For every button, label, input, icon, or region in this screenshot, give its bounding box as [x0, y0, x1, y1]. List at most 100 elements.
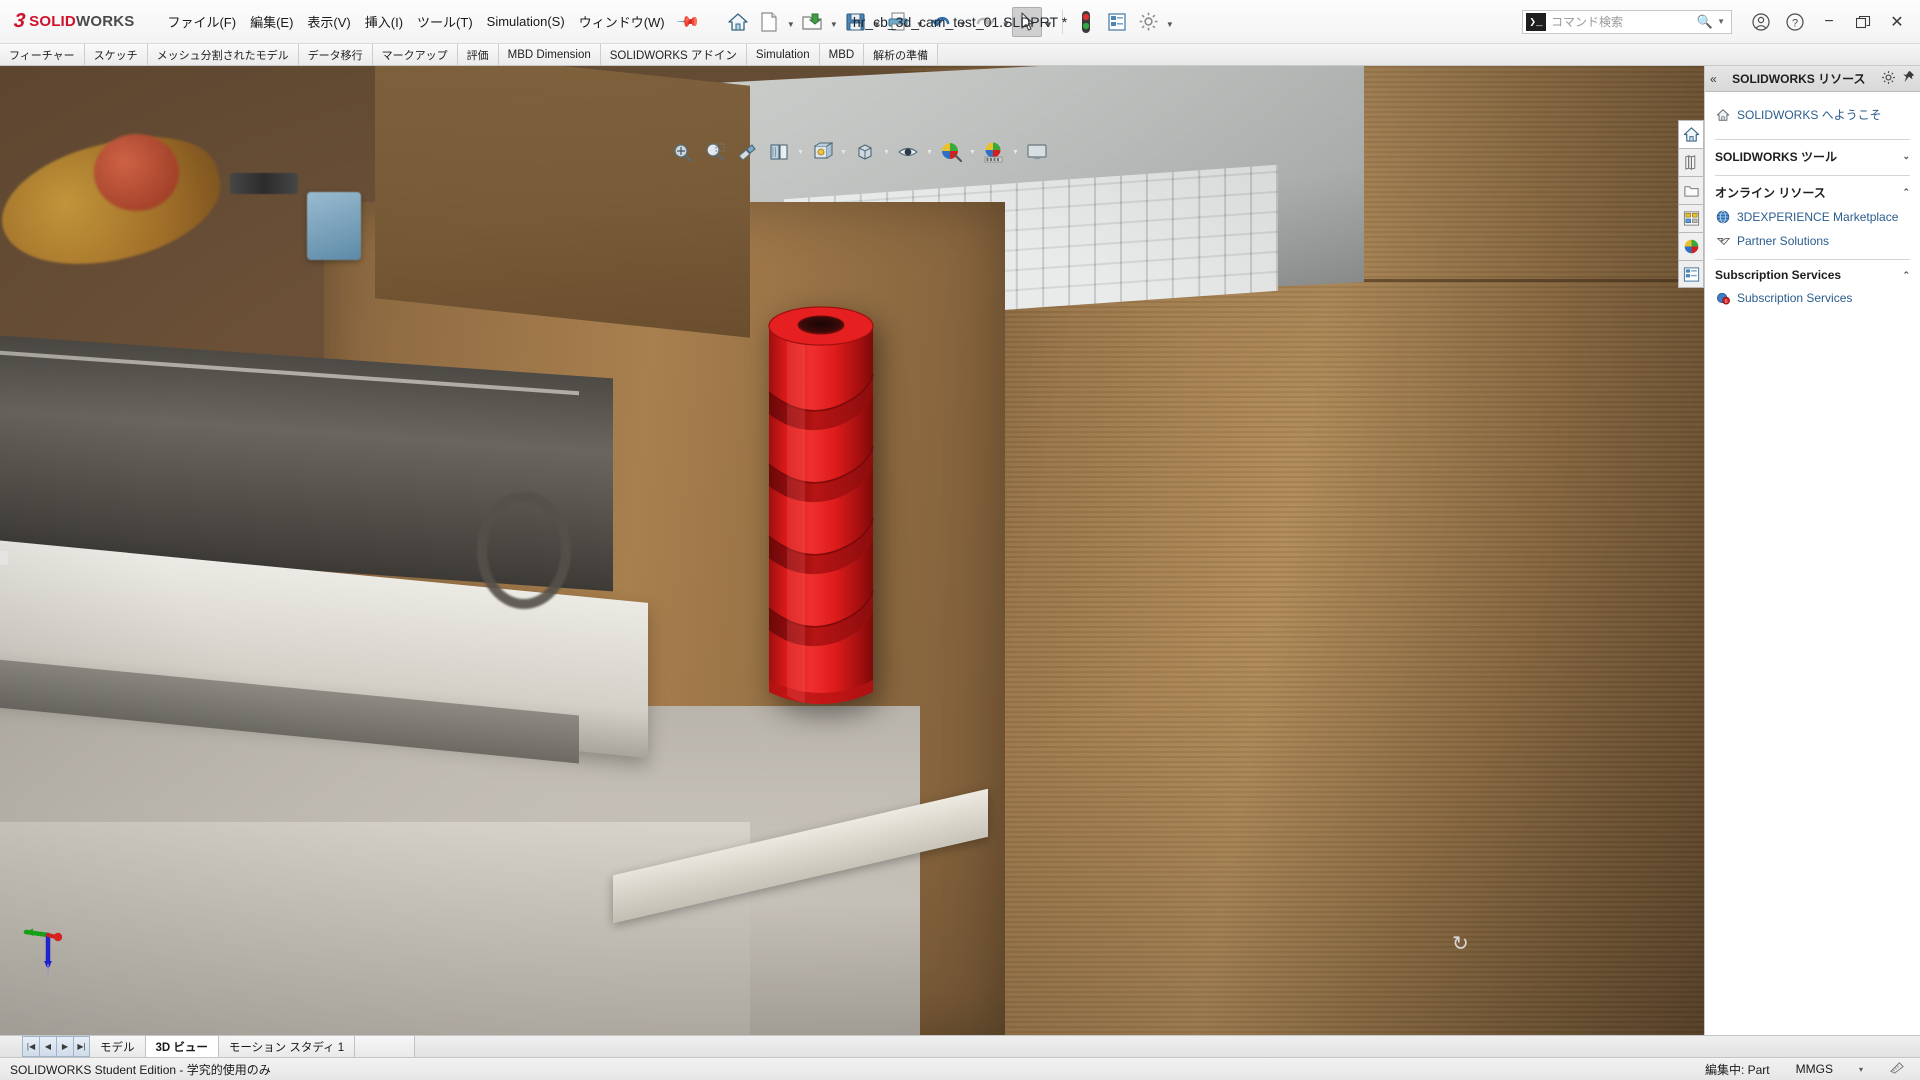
rail-appearances-scenes-icon[interactable]	[1678, 232, 1704, 260]
rail-file-explorer-icon[interactable]	[1678, 176, 1704, 204]
section-online-resources[interactable]: オンライン リソース ⌃	[1715, 175, 1910, 205]
open-folder-caret[interactable]: ▼	[828, 7, 839, 37]
menu-tools[interactable]: ツール(T)	[410, 8, 480, 35]
section-view-icon[interactable]	[764, 138, 794, 166]
link-3dexperience-marketplace[interactable]: 3DEXPERIENCE Marketplace	[1705, 205, 1920, 229]
edit-appearance-caret[interactable]: ▼	[968, 149, 977, 156]
chevron-down-icon[interactable]: ⌄	[1902, 151, 1910, 162]
link-subscription-services[interactable]: S Subscription Services	[1705, 286, 1920, 310]
select-cursor-icon[interactable]	[1012, 6, 1043, 37]
new-document-icon[interactable]	[754, 7, 784, 37]
redo-caret[interactable]: ▼	[1000, 7, 1011, 37]
new-document-caret[interactable]: ▼	[785, 7, 796, 37]
rail-design-library-icon[interactable]	[1678, 148, 1704, 176]
tab-nav-buttons: |◀ ◀ ▶ ▶|	[22, 1036, 90, 1057]
gear-settings-caret[interactable]: ▼	[1164, 7, 1175, 37]
menu-view[interactable]: 表示(V)	[300, 8, 357, 35]
section-view-caret[interactable]: ▼	[796, 149, 805, 156]
select-caret[interactable]: ▼	[1043, 7, 1054, 37]
status-units[interactable]: MMGS	[1796, 1062, 1833, 1076]
tab-simulation[interactable]: Simulation	[746, 44, 820, 65]
section-solidworks-tools[interactable]: SOLIDWORKS ツール ⌄	[1715, 139, 1910, 169]
gear-icon[interactable]	[1881, 70, 1896, 88]
red-helical-cam-part[interactable]	[757, 300, 885, 720]
tab-nav-next[interactable]: ▶	[56, 1036, 73, 1057]
zoom-to-fit-icon[interactable]	[668, 138, 698, 166]
pin-icon[interactable]	[1901, 70, 1915, 87]
hide-show-items-icon[interactable]	[893, 138, 923, 166]
account-icon[interactable]	[1744, 6, 1778, 38]
view-orientation-icon[interactable]	[807, 138, 837, 166]
solidworks-window: 3 SOLIDWORKS ファイル(F) 編集(E) 表示(V) 挿入(I) ツ…	[0, 0, 1920, 1080]
tab-nav-prev[interactable]: ◀	[39, 1036, 56, 1057]
tab-mbd[interactable]: MBD	[819, 44, 865, 65]
apply-scene-caret[interactable]: ▼	[1011, 149, 1020, 156]
menu-simulation[interactable]: Simulation(S)	[480, 10, 572, 33]
menu-insert[interactable]: 挿入(I)	[358, 8, 410, 35]
close-button[interactable]: ✕	[1880, 6, 1914, 38]
tab-data-migration[interactable]: データ移行	[298, 44, 373, 65]
open-folder-icon[interactable]	[797, 7, 827, 37]
search-dropdown-caret[interactable]: ▼	[1717, 17, 1731, 26]
save-caret[interactable]: ▼	[871, 7, 882, 37]
task-pane-title: SOLIDWORKS リソース	[1732, 72, 1866, 86]
display-style-icon[interactable]	[850, 138, 880, 166]
menu-file[interactable]: ファイル(F)	[160, 8, 243, 35]
tab-features[interactable]: フィーチャー	[0, 44, 85, 65]
view-orientation-caret[interactable]: ▼	[839, 149, 848, 156]
tab-markup[interactable]: マークアップ	[372, 44, 458, 65]
pin-icon[interactable]: 📌	[675, 9, 701, 34]
traffic-light-icon[interactable]	[1071, 7, 1101, 37]
restore-button[interactable]	[1846, 6, 1880, 38]
menu-window[interactable]: ウィンドウ(W)	[572, 8, 672, 35]
zoom-to-area-icon[interactable]	[700, 138, 730, 166]
tab-sketch[interactable]: スケッチ	[84, 44, 148, 65]
view-settings-icon[interactable]	[1022, 138, 1052, 166]
tab-nav-first[interactable]: |◀	[22, 1036, 39, 1057]
minimize-button[interactable]: −	[1812, 6, 1846, 38]
doc-tab-3d-views[interactable]: 3D ビュー	[145, 1036, 219, 1057]
tab-nav-last[interactable]: ▶|	[73, 1036, 90, 1057]
doc-tab-model[interactable]: モデル	[90, 1036, 146, 1057]
undo-icon[interactable]	[926, 7, 956, 37]
previous-view-icon[interactable]	[732, 138, 762, 166]
gear-settings-icon[interactable]	[1133, 7, 1163, 37]
section-subscription-services[interactable]: Subscription Services ⌃	[1715, 259, 1910, 286]
edit-appearance-icon[interactable]	[936, 138, 966, 166]
collapse-task-pane-icon[interactable]: «	[1710, 72, 1717, 86]
chevron-up-icon[interactable]: ⌃	[1902, 187, 1910, 198]
display-style-caret[interactable]: ▼	[882, 149, 891, 156]
tab-analysis-preparation[interactable]: 解析の準備	[864, 44, 939, 65]
doc-tab-motion-study[interactable]: モーション スタディ 1	[218, 1036, 356, 1057]
redo-icon[interactable]	[969, 7, 999, 37]
rail-view-palette-icon[interactable]	[1678, 204, 1704, 232]
print-caret[interactable]: ▼	[914, 7, 925, 37]
options-list-icon[interactable]	[1102, 7, 1132, 37]
section-subscription-services-label: Subscription Services	[1715, 268, 1842, 282]
chevron-up-icon-2[interactable]: ⌃	[1902, 270, 1910, 281]
tab-solidworks-addins[interactable]: SOLIDWORKS アドイン	[600, 44, 747, 65]
tab-mesh-model[interactable]: メッシュ分割されたモデル	[147, 44, 299, 65]
save-icon[interactable]	[840, 7, 870, 37]
home-icon[interactable]	[723, 7, 753, 37]
search-icon[interactable]: 🔍	[1697, 14, 1717, 30]
link-partner-solutions[interactable]: Partner Solutions	[1705, 229, 1920, 253]
viewport-left-handle[interactable]	[0, 550, 8, 565]
command-search[interactable]: ❯_ コマンド検索 🔍 ▼	[1522, 9, 1732, 34]
tab-mbd-dimension[interactable]: MBD Dimension	[498, 44, 601, 65]
link-subscription-services-label: Subscription Services	[1737, 291, 1853, 305]
tab-evaluate[interactable]: 評価	[457, 44, 499, 65]
help-icon[interactable]: ?	[1778, 6, 1812, 38]
hide-show-caret[interactable]: ▼	[925, 149, 934, 156]
units-settings-icon[interactable]	[1889, 1060, 1906, 1078]
graphics-viewport[interactable]: ▼ ▼ ▼ ▼ ▼ ▼ ↻	[0, 66, 1704, 1035]
undo-caret[interactable]: ▼	[957, 7, 968, 37]
rail-custom-properties-icon[interactable]	[1678, 260, 1704, 288]
print-icon[interactable]	[883, 7, 913, 37]
status-units-caret[interactable]: ▾	[1859, 1065, 1863, 1074]
home-icon	[1715, 107, 1731, 123]
rail-home-icon[interactable]	[1678, 120, 1704, 148]
apply-scene-icon[interactable]	[979, 138, 1009, 166]
welcome-link[interactable]: SOLIDWORKS へようこそ	[1705, 102, 1920, 133]
menu-edit[interactable]: 編集(E)	[243, 8, 300, 35]
